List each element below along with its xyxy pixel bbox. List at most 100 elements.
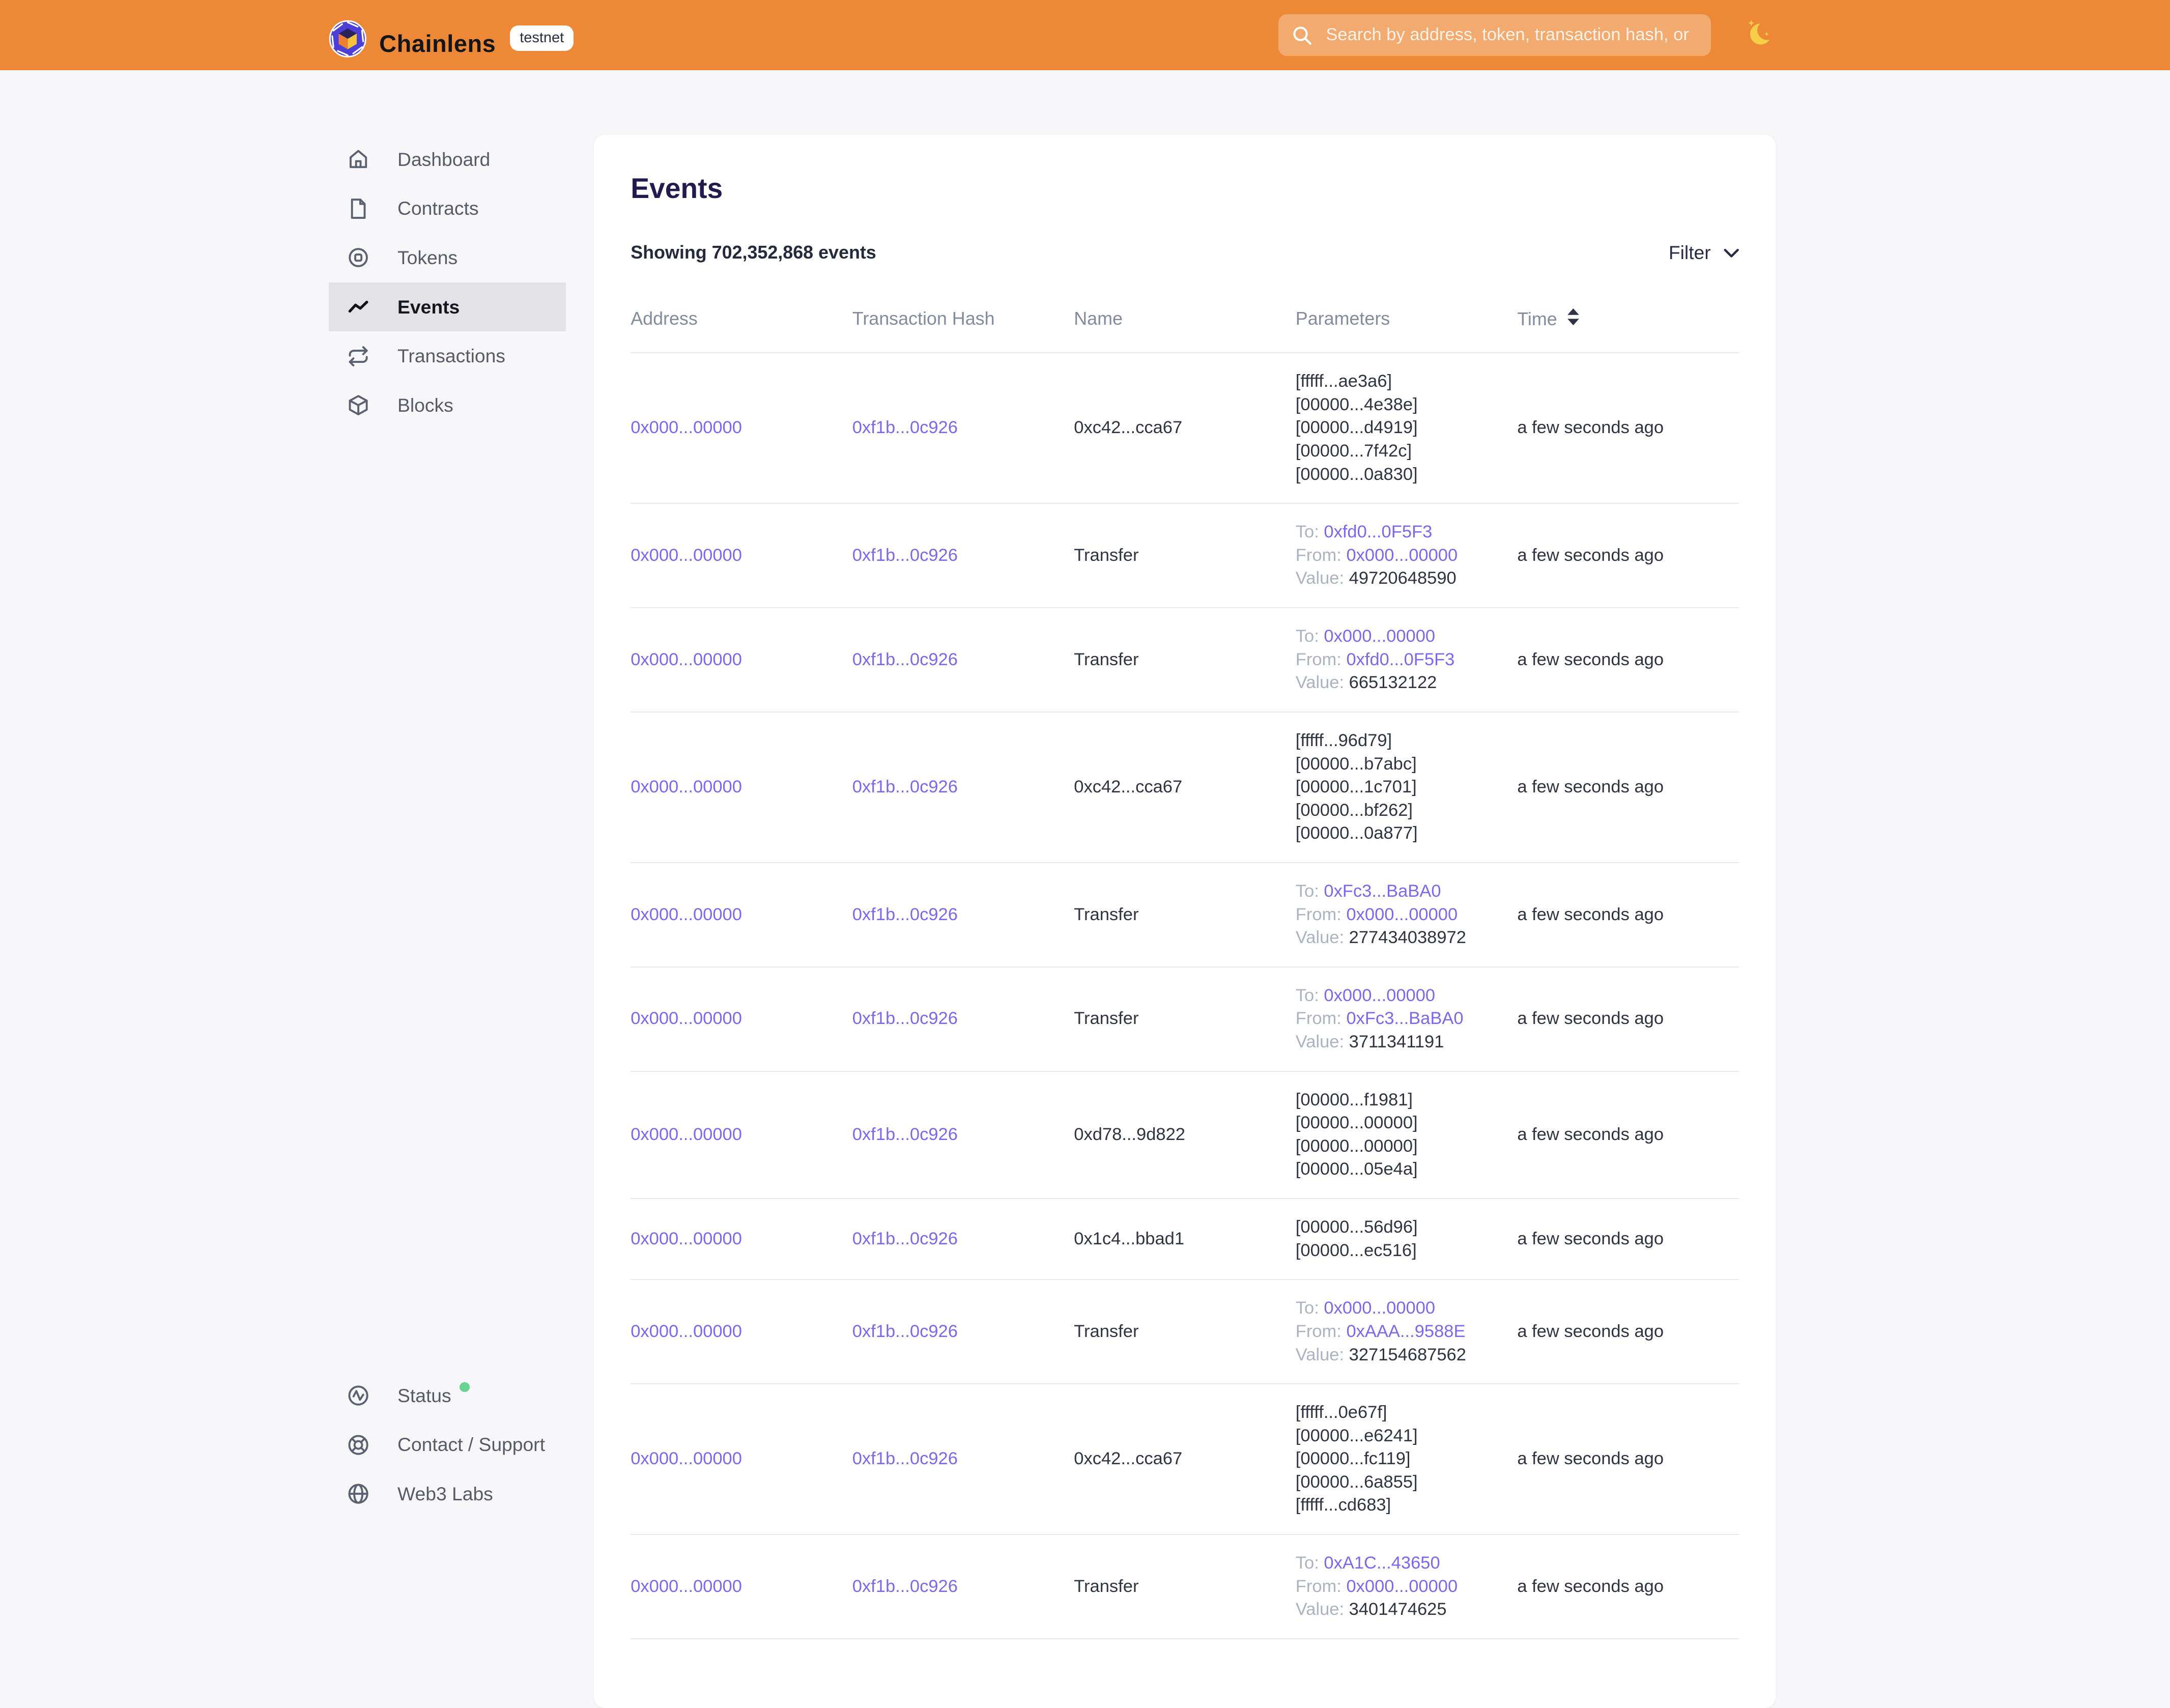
cube-icon	[347, 394, 369, 416]
parameter-label: Value:	[1296, 568, 1349, 588]
sidebar-item-transactions[interactable]: Transactions	[329, 331, 566, 381]
address-link[interactable]: 0x000...00000	[631, 777, 742, 796]
brand[interactable]: Chainlens testnet	[329, 13, 574, 58]
parameter-to: To: 0x000...00000	[1296, 625, 1498, 648]
cell-parameters: To: 0xA1C...43650From: 0x000...00000Valu…	[1296, 1552, 1518, 1621]
cell-transaction-hash: 0xf1b...0c926	[852, 776, 1074, 799]
cell-name: 0xc42...cca67	[1074, 1447, 1296, 1471]
to-address-link[interactable]: 0x000...00000	[1324, 1298, 1435, 1318]
cell-name: 0x1c4...bbad1	[1074, 1228, 1296, 1251]
parameter-from: From: 0x000...00000	[1296, 1575, 1498, 1599]
from-address-link[interactable]: 0x000...00000	[1346, 905, 1458, 924]
transaction-hash-link[interactable]: 0xf1b...0c926	[852, 546, 958, 565]
parameter-label: Value:	[1296, 673, 1349, 692]
transaction-hash-link[interactable]: 0xf1b...0c926	[852, 905, 958, 924]
cell-address: 0x000...00000	[631, 1007, 852, 1031]
parameter-line: [fffff...ae3a6]	[1296, 370, 1498, 393]
sidebar-item-contracts[interactable]: Contracts	[329, 184, 566, 234]
chevron-down-icon	[1724, 242, 1739, 264]
to-address-link[interactable]: 0xfd0...0F5F3	[1324, 522, 1432, 542]
sidebar-item-label: Blocks	[397, 394, 453, 416]
parameter-value: Value: 3401474625	[1296, 1598, 1498, 1621]
cell-transaction-hash: 0xf1b...0c926	[852, 903, 1074, 927]
transaction-hash-link[interactable]: 0xf1b...0c926	[852, 1449, 958, 1468]
sidebar-item-status[interactable]: Status	[329, 1371, 566, 1420]
cell-parameters: [fffff...ae3a6][00000...4e38e][00000...d…	[1296, 370, 1518, 486]
parameter-line: [00000...0a877]	[1296, 822, 1498, 845]
sidebar-item-dashboard[interactable]: Dashboard	[329, 135, 566, 184]
to-address-link[interactable]: 0x000...00000	[1324, 986, 1435, 1005]
theme-toggle-button[interactable]	[1745, 17, 1776, 53]
address-link[interactable]: 0x000...00000	[631, 1009, 742, 1028]
from-address-link[interactable]: 0xfd0...0F5F3	[1346, 650, 1454, 669]
from-address-link[interactable]: 0xAAA...9588E	[1346, 1322, 1465, 1341]
cell-time: a few seconds ago	[1517, 1228, 1739, 1251]
table-row: 0x000...00000 0xf1b...0c926 0xc42...cca67[…	[631, 1384, 1739, 1535]
address-link[interactable]: 0x000...00000	[631, 1322, 742, 1341]
sort-icon	[1567, 308, 1580, 330]
sidebar-item-label: Dashboard	[397, 149, 490, 170]
filter-button[interactable]: Filter	[1669, 242, 1739, 264]
sidebar-item-web3-labs[interactable]: Web3 Labs	[329, 1469, 566, 1519]
parameter-label: From:	[1296, 905, 1347, 924]
address-link[interactable]: 0x000...00000	[631, 905, 742, 924]
parameter-line: [00000...4e38e]	[1296, 393, 1498, 417]
status-online-dot	[460, 1382, 469, 1392]
from-address-link[interactable]: 0xFc3...BaBA0	[1346, 1009, 1463, 1028]
parameter-label: From:	[1296, 546, 1347, 565]
column-header-time[interactable]: Time	[1517, 308, 1739, 330]
sidebar-item-tokens[interactable]: Tokens	[329, 233, 566, 282]
transaction-hash-link[interactable]: 0xf1b...0c926	[852, 777, 958, 796]
sidebar-item-label: Tokens	[397, 247, 458, 269]
to-address-link[interactable]: 0xFc3...BaBA0	[1324, 881, 1441, 901]
address-link[interactable]: 0x000...00000	[631, 418, 742, 437]
parameter-line: [00000...fc119]	[1296, 1447, 1498, 1471]
from-address-link[interactable]: 0x000...00000	[1346, 1577, 1458, 1596]
sidebar-item-events[interactable]: Events	[329, 282, 566, 332]
sidebar-item-label: Transactions	[397, 345, 505, 367]
parameter-line: [00000...00000]	[1296, 1112, 1498, 1135]
cell-parameters: [fffff...0e67f][00000...e6241][00000...f…	[1296, 1401, 1518, 1517]
parameter-from: From: 0x000...00000	[1296, 903, 1498, 927]
parameter-value: Value: 3711341191	[1296, 1031, 1498, 1054]
activity-icon	[347, 296, 369, 318]
sidebar-item-label: Status	[397, 1385, 451, 1407]
sidebar-item-blocks[interactable]: Blocks	[329, 381, 566, 430]
cell-name: Transfer	[1074, 1575, 1296, 1599]
cell-transaction-hash: 0xf1b...0c926	[852, 1228, 1074, 1251]
transaction-hash-link[interactable]: 0xf1b...0c926	[852, 418, 958, 437]
address-link[interactable]: 0x000...00000	[631, 1125, 742, 1144]
transaction-hash-link[interactable]: 0xf1b...0c926	[852, 1577, 958, 1596]
cell-address: 0x000...00000	[631, 1447, 852, 1471]
sidebar-item-contact-support[interactable]: Contact / Support	[329, 1420, 566, 1469]
table-row: 0x000...000000xf1b...0c926TransferTo: 0x…	[631, 1280, 1739, 1384]
parameter-line: [00000...1c701]	[1296, 776, 1498, 799]
parameter-line: [00000...ec516]	[1296, 1239, 1498, 1263]
cell-name: Transfer	[1074, 544, 1296, 567]
address-link[interactable]: 0x000...00000	[631, 1449, 742, 1468]
cell-address: 0x000...00000	[631, 1320, 852, 1344]
sidebar-item-label: Contact / Support	[397, 1434, 545, 1456]
transaction-hash-link[interactable]: 0xf1b...0c926	[852, 1125, 958, 1144]
to-address-link[interactable]: 0x000...00000	[1324, 627, 1435, 646]
address-link[interactable]: 0x000...00000	[631, 546, 742, 565]
transaction-hash-link[interactable]: 0xf1b...0c926	[852, 1229, 958, 1248]
address-link[interactable]: 0x000...00000	[631, 1577, 742, 1596]
address-link[interactable]: 0x000...00000	[631, 650, 742, 669]
support-icon	[347, 1434, 369, 1456]
cell-transaction-hash: 0xf1b...0c926	[852, 1123, 1074, 1147]
column-header-name: Name	[1074, 308, 1296, 330]
transaction-hash-link[interactable]: 0xf1b...0c926	[852, 650, 958, 669]
to-address-link[interactable]: 0xA1C...43650	[1324, 1553, 1440, 1573]
transaction-hash-link[interactable]: 0xf1b...0c926	[852, 1009, 958, 1028]
transaction-hash-link[interactable]: 0xf1b...0c926	[852, 1322, 958, 1341]
parameter-label: To:	[1296, 627, 1324, 646]
table-row: 0x000...000000xf1b...0c9260xc42...cca67[…	[631, 353, 1739, 504]
address-link[interactable]: 0x000...00000	[631, 1229, 742, 1248]
from-address-link[interactable]: 0x000...00000	[1346, 546, 1458, 565]
search-input[interactable]	[1323, 24, 1697, 47]
table-row: 0x000...000000xf1b...0c926TransferTo: 0x…	[631, 1535, 1739, 1639]
parameter-label: Value:	[1296, 1345, 1349, 1364]
parameter-label: From:	[1296, 1577, 1347, 1596]
brand-name: Chainlens	[379, 32, 496, 56]
